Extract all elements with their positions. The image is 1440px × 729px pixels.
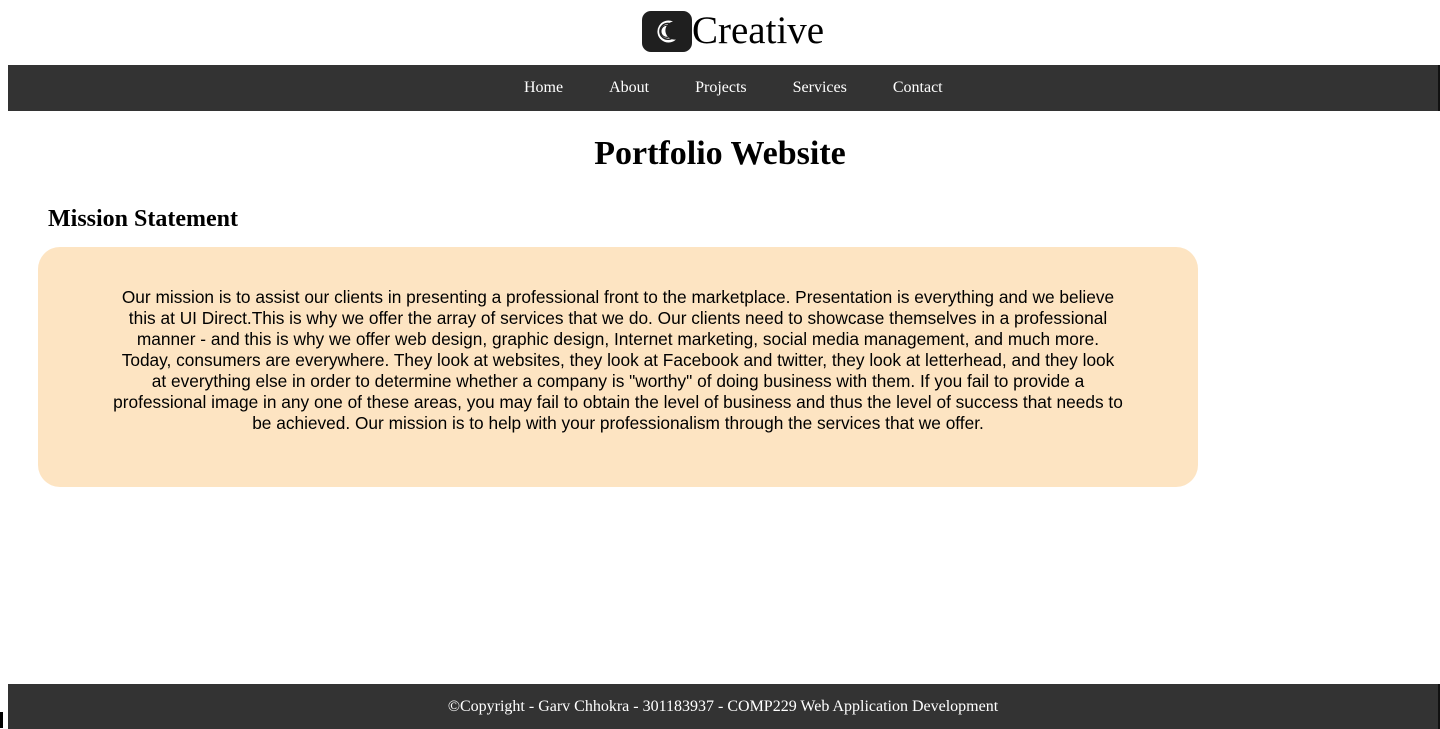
brand-name: Creative bbox=[692, 9, 825, 52]
mission-statement-box: Our mission is to assist our clients in … bbox=[38, 247, 1198, 487]
nav-link-contact[interactable]: Contact bbox=[870, 79, 966, 96]
nav-link-services[interactable]: Services bbox=[770, 79, 870, 96]
navbar: Home About Projects Services Contact bbox=[8, 65, 1440, 111]
edge-marker bbox=[0, 712, 3, 728]
nav-link-projects[interactable]: Projects bbox=[672, 79, 770, 96]
nav-list: Home About Projects Services Contact bbox=[501, 65, 966, 111]
footer: ©Copyright - Garv Chhokra - 301183937 - … bbox=[8, 684, 1440, 729]
brand[interactable]: Creative bbox=[642, 10, 824, 52]
page: Creative Home About Projects Services Co… bbox=[0, 0, 1440, 729]
nav-link-about[interactable]: About bbox=[586, 79, 672, 96]
nav-link-home[interactable]: Home bbox=[501, 79, 586, 96]
crescent-c-logo-icon bbox=[642, 10, 692, 52]
mission-statement-heading: Mission Statement bbox=[48, 206, 238, 232]
footer-copyright: ©Copyright - Garv Chhokra - 301183937 - … bbox=[447, 697, 999, 715]
mission-statement-text: Our mission is to assist our clients in … bbox=[113, 287, 1123, 433]
page-title: Portfolio Website bbox=[594, 135, 846, 172]
